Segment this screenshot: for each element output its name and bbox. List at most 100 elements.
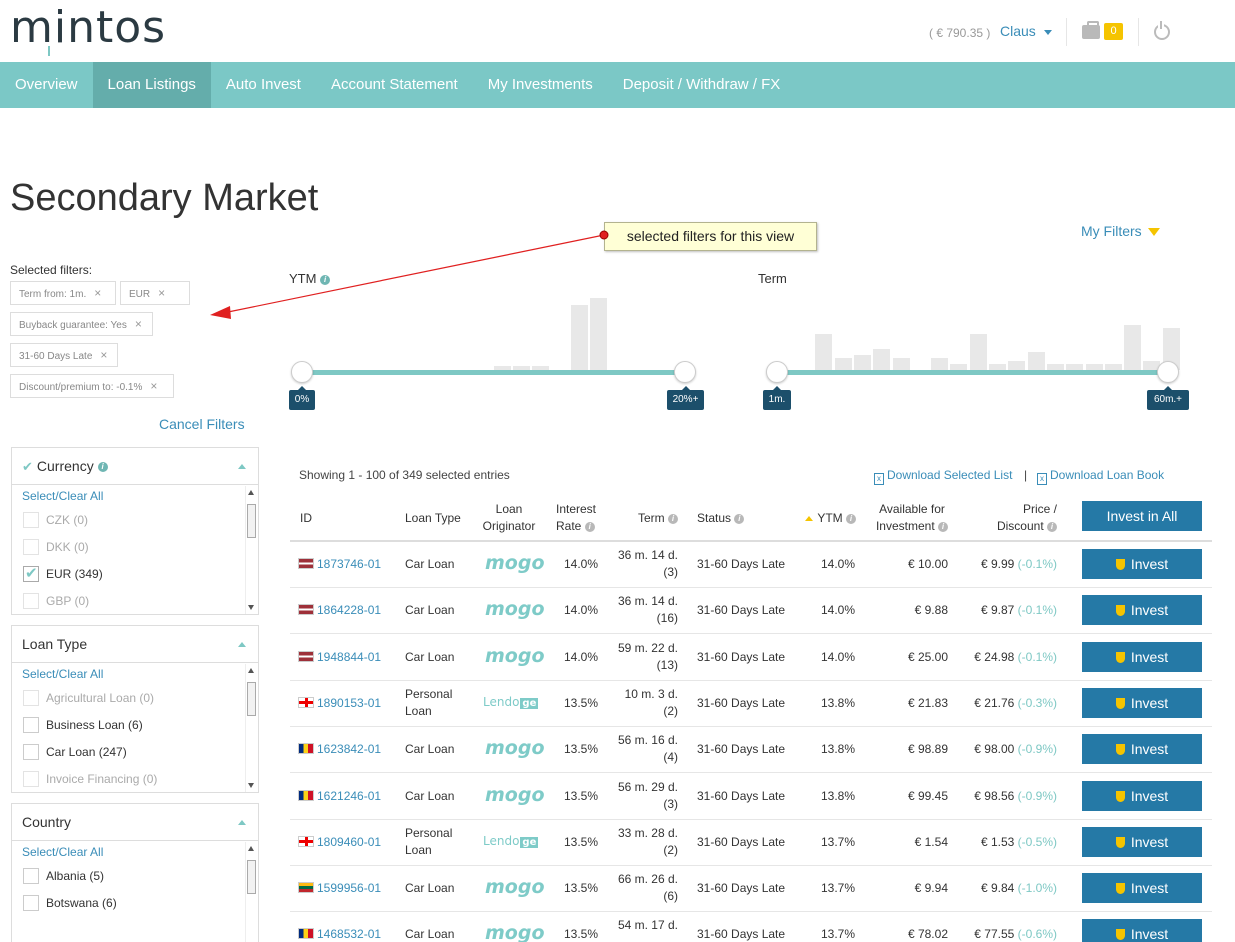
checkbox[interactable] <box>23 771 39 787</box>
nav-account-statement[interactable]: Account Statement <box>316 62 473 108</box>
currency-option[interactable]: CZK (0) <box>12 507 258 534</box>
loan-id-link[interactable]: 1623842-01 <box>317 741 381 758</box>
col-header-term[interactable]: Term i <box>618 510 678 527</box>
nav-overview[interactable]: Overview <box>0 62 93 108</box>
loan-type-panel-header[interactable]: Loan Type <box>12 626 258 663</box>
checkbox[interactable] <box>23 895 39 911</box>
invest-button[interactable]: Invest <box>1082 781 1202 811</box>
invest-button[interactable]: Invest <box>1082 642 1202 672</box>
scroll-down-icon[interactable] <box>248 605 254 610</box>
scroll-up-icon[interactable] <box>248 846 254 851</box>
close-icon[interactable]: × <box>100 348 107 362</box>
ytm-max-handle[interactable] <box>674 361 696 383</box>
close-icon[interactable]: × <box>94 286 101 300</box>
close-icon[interactable]: × <box>150 379 157 393</box>
chevron-up-icon[interactable] <box>238 820 246 825</box>
col-header-originator[interactable]: Loan Originator <box>478 501 540 535</box>
info-icon[interactable]: i <box>734 513 745 524</box>
currency-panel-header[interactable]: ✔ Currency i <box>12 448 258 485</box>
invest-button[interactable]: Invest <box>1082 873 1202 903</box>
currency-option[interactable]: DKK (0) <box>12 534 258 561</box>
close-icon[interactable]: × <box>135 317 142 331</box>
scroll-thumb[interactable] <box>247 860 256 894</box>
col-header-ytm[interactable]: YTM i <box>790 510 856 527</box>
chevron-up-icon[interactable] <box>238 642 246 647</box>
loan-id-link[interactable]: 1599956-01 <box>317 880 381 897</box>
scrollbar[interactable] <box>245 486 256 614</box>
briefcase-icon[interactable] <box>1082 21 1100 39</box>
col-header-interest-rate[interactable]: Interest Rate i <box>556 501 596 535</box>
loan-id-link[interactable]: 1864228-01 <box>317 602 381 619</box>
nav-my-investments[interactable]: My Investments <box>473 62 608 108</box>
ytm-min-handle[interactable] <box>291 361 313 383</box>
scroll-up-icon[interactable] <box>248 668 254 673</box>
invest-button[interactable]: Invest <box>1082 734 1202 764</box>
info-icon[interactable]: i <box>1047 521 1057 532</box>
col-header-available[interactable]: Available for Investment i <box>868 501 956 535</box>
nav-loan-listings[interactable]: Loan Listings <box>92 62 211 108</box>
scrollbar[interactable] <box>245 664 256 792</box>
cart-count-badge[interactable]: 0 <box>1104 23 1123 40</box>
loan-id-link[interactable]: 1873746-01 <box>317 556 381 573</box>
invest-button[interactable]: Invest <box>1082 595 1202 625</box>
my-filters-button[interactable]: My Filters <box>1081 223 1160 239</box>
invest-button[interactable]: Invest <box>1082 549 1202 579</box>
info-icon[interactable]: i <box>97 462 108 473</box>
term-slider-track[interactable] <box>777 370 1168 375</box>
info-icon[interactable]: i <box>668 513 678 524</box>
currency-option[interactable]: GBP (0) <box>12 588 258 614</box>
col-header-loan-type[interactable]: Loan Type <box>405 510 461 527</box>
info-icon[interactable]: i <box>320 274 331 285</box>
invest-in-all-button[interactable]: Invest in All <box>1082 501 1202 531</box>
checkbox[interactable] <box>23 744 39 760</box>
loan-type-option[interactable]: Invoice Financing (0) <box>12 766 258 792</box>
nav-deposit-withdraw[interactable]: Deposit / Withdraw / FX <box>608 62 796 108</box>
col-header-id[interactable]: ID <box>300 510 312 527</box>
select-clear-all-link[interactable]: Select/Clear All <box>12 841 258 863</box>
scroll-up-icon[interactable] <box>248 490 254 495</box>
checkbox[interactable] <box>23 868 39 884</box>
loan-type-option[interactable]: Agricultural Loan (0) <box>12 685 258 712</box>
power-icon[interactable] <box>1154 21 1170 40</box>
filter-chip[interactable]: 31-60 Days Late × <box>10 343 118 367</box>
checkbox[interactable] <box>23 539 39 555</box>
checkbox[interactable] <box>23 512 39 528</box>
loan-id-link[interactable]: 1468532-01 <box>317 926 381 942</box>
country-panel-header[interactable]: Country <box>12 804 258 841</box>
filter-chip[interactable]: Buyback guarantee: Yes × <box>10 312 153 336</box>
mintos-logo[interactable]: mintos <box>10 2 166 56</box>
col-header-status[interactable]: Status i <box>697 510 745 527</box>
info-icon[interactable]: i <box>846 513 856 524</box>
checkbox[interactable] <box>23 690 39 706</box>
currency-option[interactable]: EUR (349) <box>12 561 258 588</box>
invest-button[interactable]: Invest <box>1082 919 1202 942</box>
scrollbar[interactable] <box>245 842 256 942</box>
scroll-down-icon[interactable] <box>248 783 254 788</box>
checkbox-checked[interactable] <box>23 563 39 585</box>
filter-chip[interactable]: Term from: 1m. × <box>10 281 116 305</box>
cancel-filters-link[interactable]: Cancel Filters <box>159 416 245 432</box>
loan-id-link[interactable]: 1890153-01 <box>317 695 381 712</box>
ytm-slider-track[interactable] <box>302 370 685 375</box>
select-clear-all-link[interactable]: Select/Clear All <box>12 663 258 685</box>
country-option[interactable]: Botswana (6) <box>12 890 258 917</box>
loan-id-link[interactable]: 1809460-01 <box>317 834 381 851</box>
nav-auto-invest[interactable]: Auto Invest <box>211 62 316 108</box>
loan-id-link[interactable]: 1621246-01 <box>317 788 381 805</box>
loan-type-option[interactable]: Car Loan (247) <box>12 739 258 766</box>
loan-id-link[interactable]: 1948844-01 <box>317 649 381 666</box>
invest-button[interactable]: Invest <box>1082 688 1202 718</box>
scroll-thumb[interactable] <box>247 504 256 538</box>
filter-chip[interactable]: EUR × <box>120 281 190 305</box>
info-icon[interactable]: i <box>584 521 595 532</box>
scroll-thumb[interactable] <box>247 682 256 716</box>
col-header-price-discount[interactable]: Price / Discount i <box>970 501 1057 535</box>
chevron-up-icon[interactable] <box>238 464 246 469</box>
download-loan-book-link[interactable]: x Download Loan Book <box>1037 468 1164 485</box>
term-max-handle[interactable] <box>1157 361 1179 383</box>
country-option[interactable]: Albania (5) <box>12 863 258 890</box>
checkbox[interactable] <box>23 593 39 609</box>
download-selected-list-link[interactable]: x Download Selected List <box>874 468 1012 485</box>
filter-chip[interactable]: Discount/premium to: -0.1% × <box>10 374 174 398</box>
select-clear-all-link[interactable]: Select/Clear All <box>12 485 258 507</box>
